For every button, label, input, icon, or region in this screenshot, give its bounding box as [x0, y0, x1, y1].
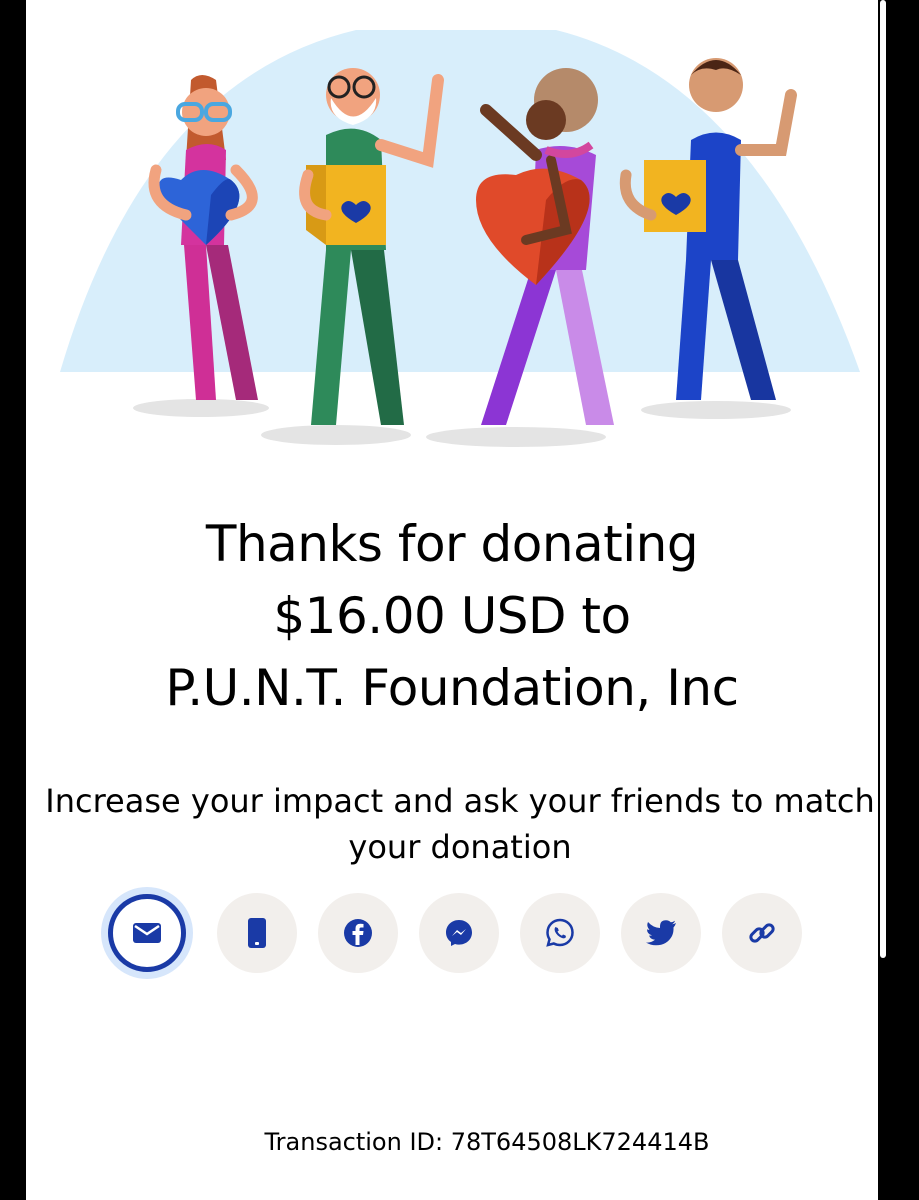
link-icon [749, 923, 775, 943]
twitter-icon [646, 920, 676, 946]
donation-confirmation-page: Thanks for donating $16.00 USD to P.U.N.… [26, 0, 878, 1200]
share-twitter-button[interactable] [621, 893, 701, 973]
share-buttons-row [26, 887, 878, 979]
share-facebook-button[interactable] [318, 893, 398, 973]
transaction-id: Transaction ID: 78T64508LK724414B [264, 1128, 710, 1156]
email-icon [133, 923, 161, 943]
share-whatsapp-button[interactable] [520, 893, 600, 973]
whatsapp-icon [546, 918, 574, 947]
share-copy-link-button[interactable] [722, 893, 802, 973]
share-email-button[interactable] [101, 887, 193, 979]
share-prompt: Increase your impact and ask your friend… [45, 782, 875, 866]
thanks-message: Thanks for donating $16.00 USD to P.U.N.… [26, 508, 878, 724]
facebook-icon [344, 919, 372, 947]
donation-illustration [60, 30, 860, 447]
thanks-line-1: Thanks for donating [205, 515, 699, 573]
share-messenger-button[interactable] [419, 893, 499, 973]
share-sms-button[interactable] [217, 893, 297, 973]
organization-name: P.U.N.T. Foundation, Inc [165, 659, 739, 717]
donation-amount: $16.00 USD to [273, 587, 631, 645]
scrollbar[interactable] [880, 0, 886, 958]
left-screen-edge [0, 0, 26, 1200]
messenger-icon [446, 920, 472, 946]
phone-icon [248, 918, 266, 948]
